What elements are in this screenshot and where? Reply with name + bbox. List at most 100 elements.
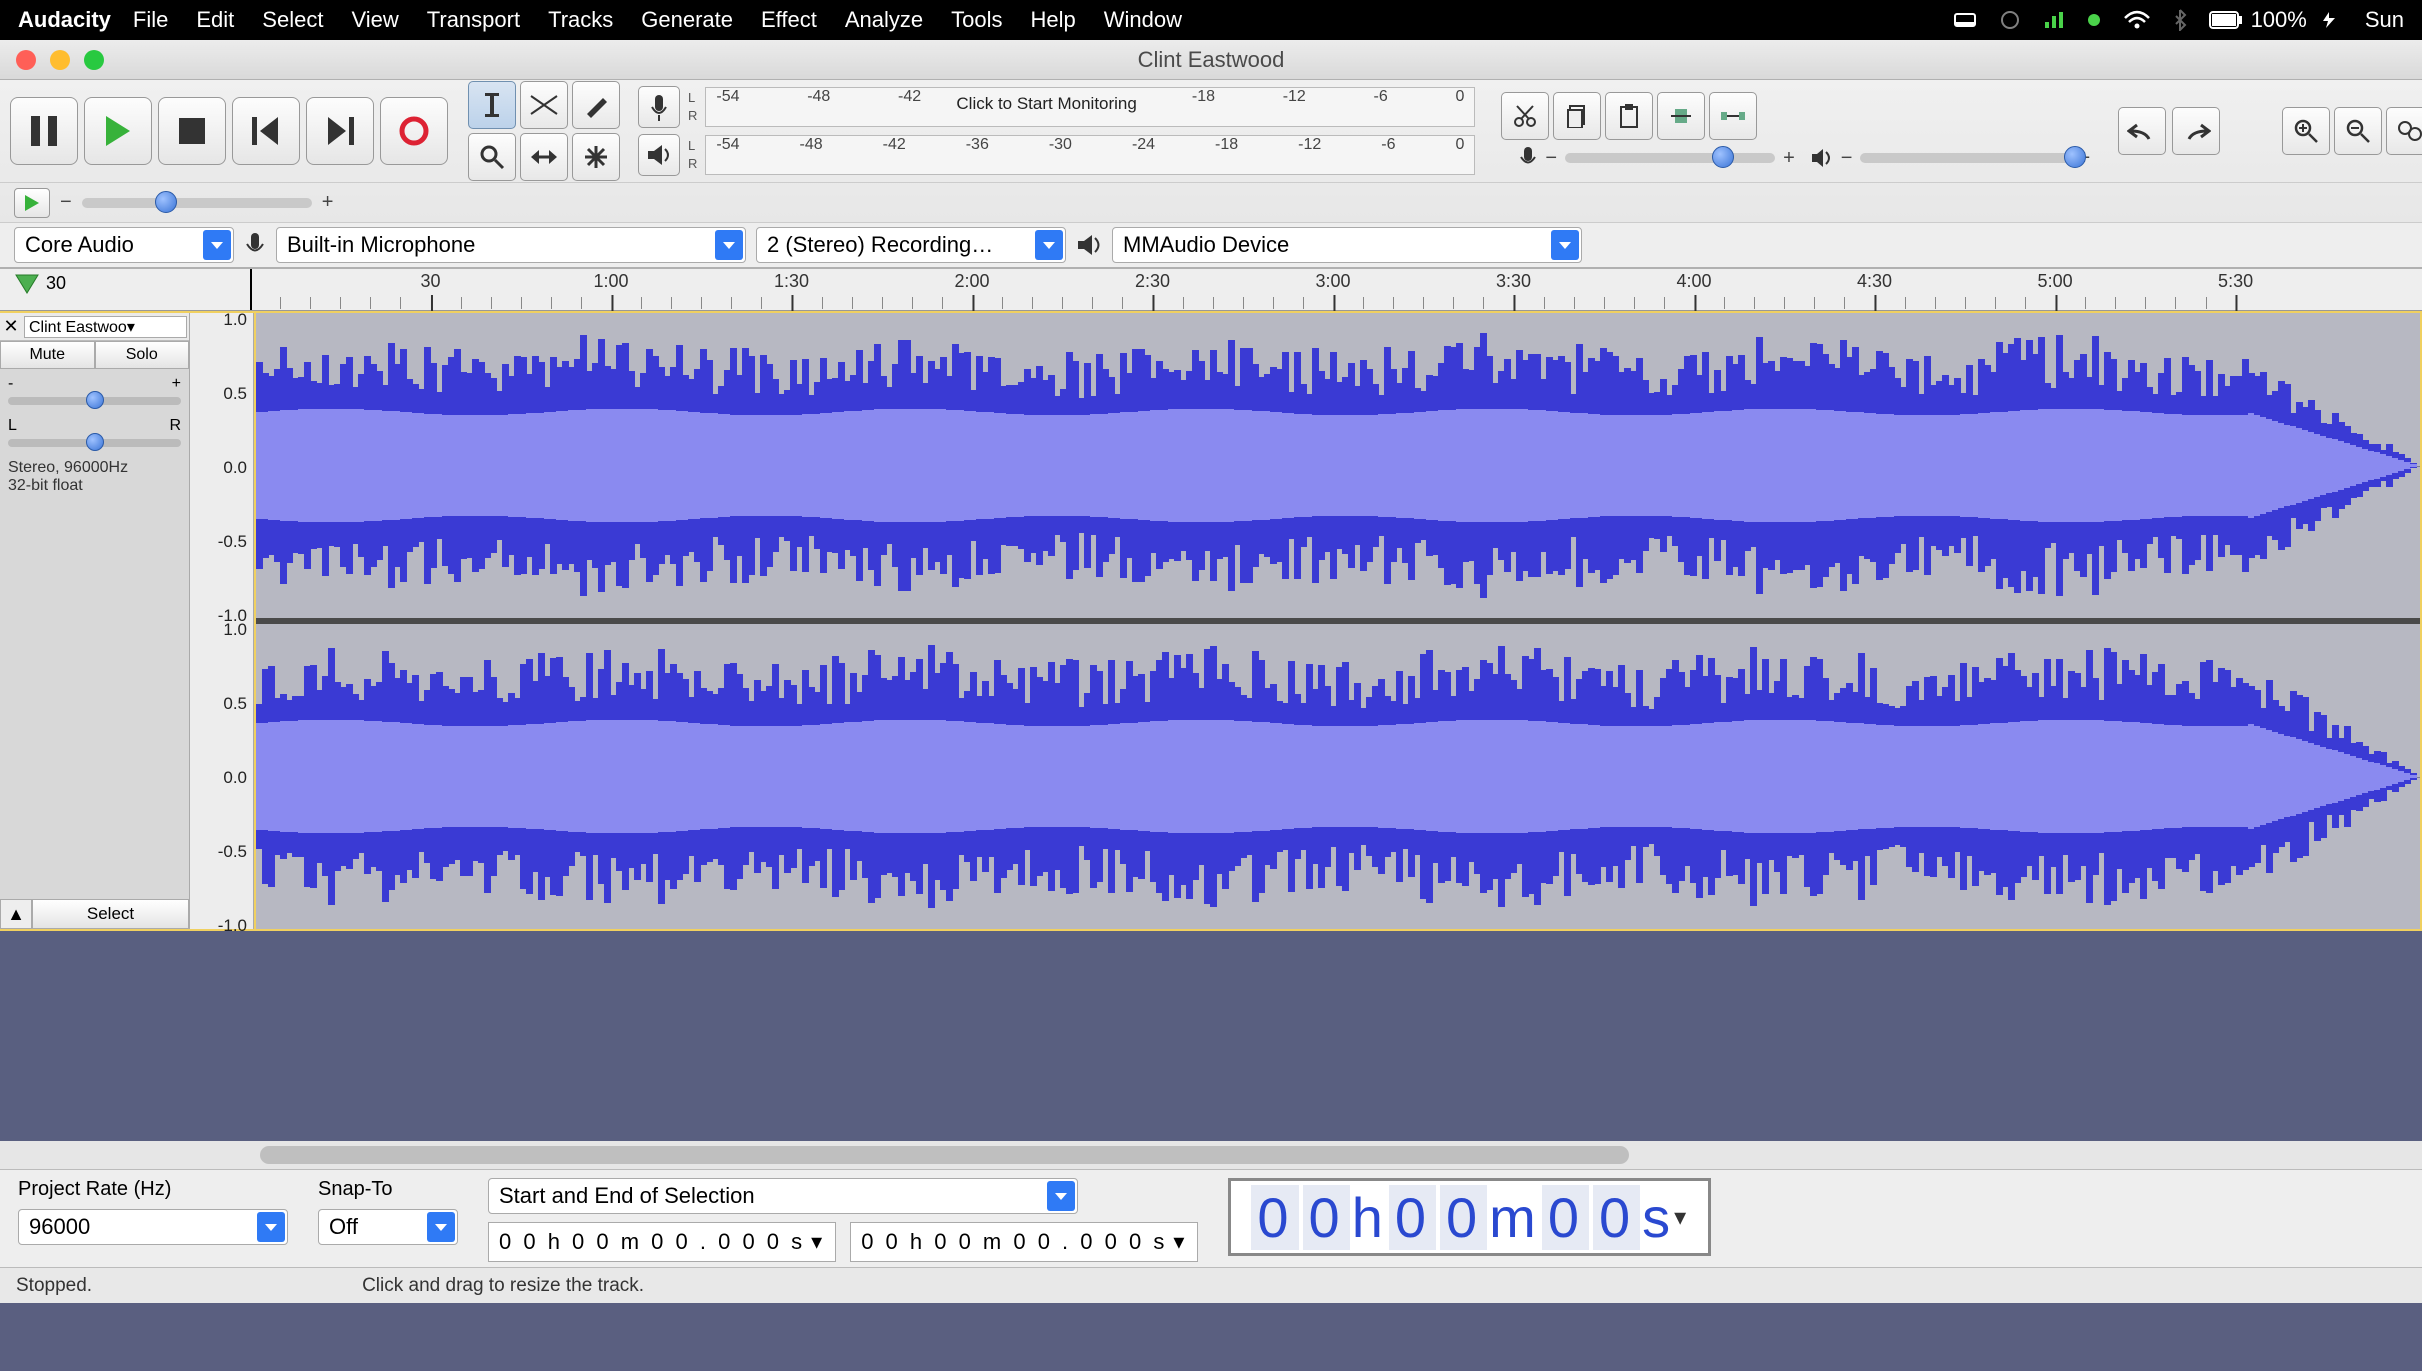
mute-button[interactable]: Mute — [0, 341, 95, 369]
skip-end-button[interactable] — [306, 97, 374, 165]
horizontal-scrollbar[interactable] — [0, 1141, 2422, 1169]
menu-tracks[interactable]: Tracks — [548, 7, 613, 33]
timeshift-tool[interactable] — [520, 133, 568, 181]
time-digit: 0 — [1251, 1185, 1298, 1250]
app-name: Audacity — [18, 7, 111, 33]
waveform-display[interactable] — [254, 313, 2422, 929]
envelope-tool[interactable] — [520, 81, 568, 129]
empty-track-space[interactable] — [0, 931, 2422, 1141]
track-close-button[interactable]: ✕ — [0, 316, 22, 337]
audio-host-select[interactable]: Core Audio — [14, 227, 234, 263]
recording-volume-slider[interactable] — [1565, 153, 1775, 163]
track-name-dropdown[interactable]: Clint Eastwoo▾ — [24, 316, 187, 338]
bluetooth-icon[interactable] — [2173, 9, 2187, 31]
track-pan-slider[interactable] — [8, 439, 181, 447]
ruler-tick: 4:00 — [1677, 271, 1712, 292]
waveform-channel-right[interactable] — [256, 618, 2420, 929]
menu-effect[interactable]: Effect — [761, 7, 817, 33]
vscale-label: 0.5 — [223, 384, 247, 404]
play-speed-slider[interactable] — [82, 198, 312, 208]
track-area: ✕ Clint Eastwoo▾ Mute Solo -+ LR Stereo,… — [0, 311, 2422, 931]
solo-button[interactable]: Solo — [95, 341, 190, 369]
menu-help[interactable]: Help — [1031, 7, 1076, 33]
playback-meter[interactable]: -54-48-42-36-30-24-18-12-60 — [705, 135, 1475, 175]
track-collapse-button[interactable]: ▲ — [0, 899, 32, 929]
multi-tool[interactable] — [572, 133, 620, 181]
ruler-tick: 1:00 — [593, 271, 628, 292]
pan-left-label: L — [8, 417, 17, 435]
playhead-marker[interactable] — [14, 273, 40, 295]
gain-plus-label: + — [172, 375, 181, 393]
playback-device-select[interactable]: MMAudio Device — [1112, 227, 1582, 263]
paste-button[interactable] — [1605, 92, 1653, 140]
draw-tool[interactable] — [572, 81, 620, 129]
menu-tools[interactable]: Tools — [951, 7, 1002, 33]
battery-status[interactable]: 100% — [2209, 7, 2343, 33]
selection-tool[interactable] — [468, 81, 516, 129]
playback-volume-slider[interactable] — [1860, 153, 2070, 163]
silence-button[interactable] — [1709, 92, 1757, 140]
rec-vol-minus: − — [1545, 147, 1557, 170]
selection-end-field[interactable]: 0 0 h 0 0 m 0 0 . 0 0 0 s▾ — [850, 1222, 1198, 1262]
menu-analyze[interactable]: Analyze — [845, 7, 923, 33]
clock-day[interactable]: Sun — [2365, 7, 2404, 33]
window-title: Clint Eastwood — [0, 47, 2422, 73]
meter-click-hint: Click to Start Monitoring — [946, 94, 1146, 114]
recording-channels-select[interactable]: 2 (Stereo) Recording… — [756, 227, 1066, 263]
vscale-label: 0.0 — [223, 458, 247, 478]
stop-button[interactable] — [158, 97, 226, 165]
selection-format-select[interactable]: Start and End of Selection — [488, 1178, 1078, 1214]
rec-meter-lr: LR — [688, 89, 697, 125]
track-select-button[interactable]: Select — [32, 899, 189, 929]
project-rate-select[interactable]: 96000 — [18, 1209, 288, 1245]
recording-meter[interactable]: -54-48-42 -18-12-60 Click to Start Monit… — [705, 87, 1475, 127]
ruler-tick: 30 — [420, 271, 440, 292]
menu-window[interactable]: Window — [1104, 7, 1182, 33]
charging-icon — [2315, 11, 2343, 29]
zoom-out-button[interactable] — [2334, 107, 2382, 155]
record-meter-icon[interactable] — [638, 86, 680, 128]
menu-file[interactable]: File — [133, 7, 168, 33]
play-meter-icon[interactable] — [638, 134, 680, 176]
fit-selection-button[interactable] — [2386, 107, 2422, 155]
zoom-tool[interactable] — [468, 133, 516, 181]
menu-generate[interactable]: Generate — [641, 7, 733, 33]
menu-view[interactable]: View — [351, 7, 398, 33]
waveform-channel-left[interactable] — [256, 313, 2420, 618]
window-titlebar[interactable]: Clint Eastwood — [0, 40, 2422, 80]
pause-button[interactable] — [10, 97, 78, 165]
menu-edit[interactable]: Edit — [196, 7, 234, 33]
vscale-label: 0.0 — [223, 768, 247, 788]
redo-button[interactable] — [2172, 107, 2220, 155]
trim-button[interactable] — [1657, 92, 1705, 140]
ruler-tick: 2:30 — [1135, 271, 1170, 292]
speed-plus: + — [322, 191, 334, 214]
undo-button[interactable] — [2118, 107, 2166, 155]
vertical-scale[interactable]: 1.00.50.0-0.5-1.01.00.50.0-0.5-1.0 — [190, 313, 254, 929]
speaker-icon — [1811, 148, 1833, 168]
snap-to-select[interactable]: Off — [318, 1209, 458, 1245]
copy-button[interactable] — [1553, 92, 1601, 140]
record-button[interactable] — [380, 97, 448, 165]
timeline-ruler[interactable]: 30 301:001:302:002:303:003:304:004:305:0… — [0, 269, 2422, 311]
time-format-dropdown[interactable]: ▾ — [1674, 1203, 1690, 1232]
activity-icon[interactable] — [2043, 10, 2065, 30]
menu-transport[interactable]: Transport — [427, 7, 520, 33]
selection-start-field[interactable]: 0 0 h 0 0 m 0 0 . 0 0 0 s▾ — [488, 1222, 836, 1262]
hdd-icon[interactable] — [1953, 10, 1977, 30]
play-at-speed-button[interactable] — [14, 188, 50, 218]
skip-start-button[interactable] — [232, 97, 300, 165]
ruler-left-label: 30 — [46, 273, 66, 294]
cut-button[interactable] — [1501, 92, 1549, 140]
wifi-icon[interactable] — [2123, 10, 2151, 30]
zoom-in-button[interactable] — [2282, 107, 2330, 155]
status-left: Stopped. — [16, 1275, 92, 1297]
sync-icon[interactable] — [1999, 9, 2021, 31]
dot-icon[interactable] — [2087, 13, 2101, 27]
play-button[interactable] — [84, 97, 152, 165]
recording-device-select[interactable]: Built-in Microphone — [276, 227, 746, 263]
menu-select[interactable]: Select — [262, 7, 323, 33]
mic-device-icon — [244, 231, 266, 259]
track-gain-slider[interactable] — [8, 397, 181, 405]
audio-position-display[interactable]: 0 0 h 0 0 m 0 0 s ▾ — [1228, 1178, 1711, 1256]
